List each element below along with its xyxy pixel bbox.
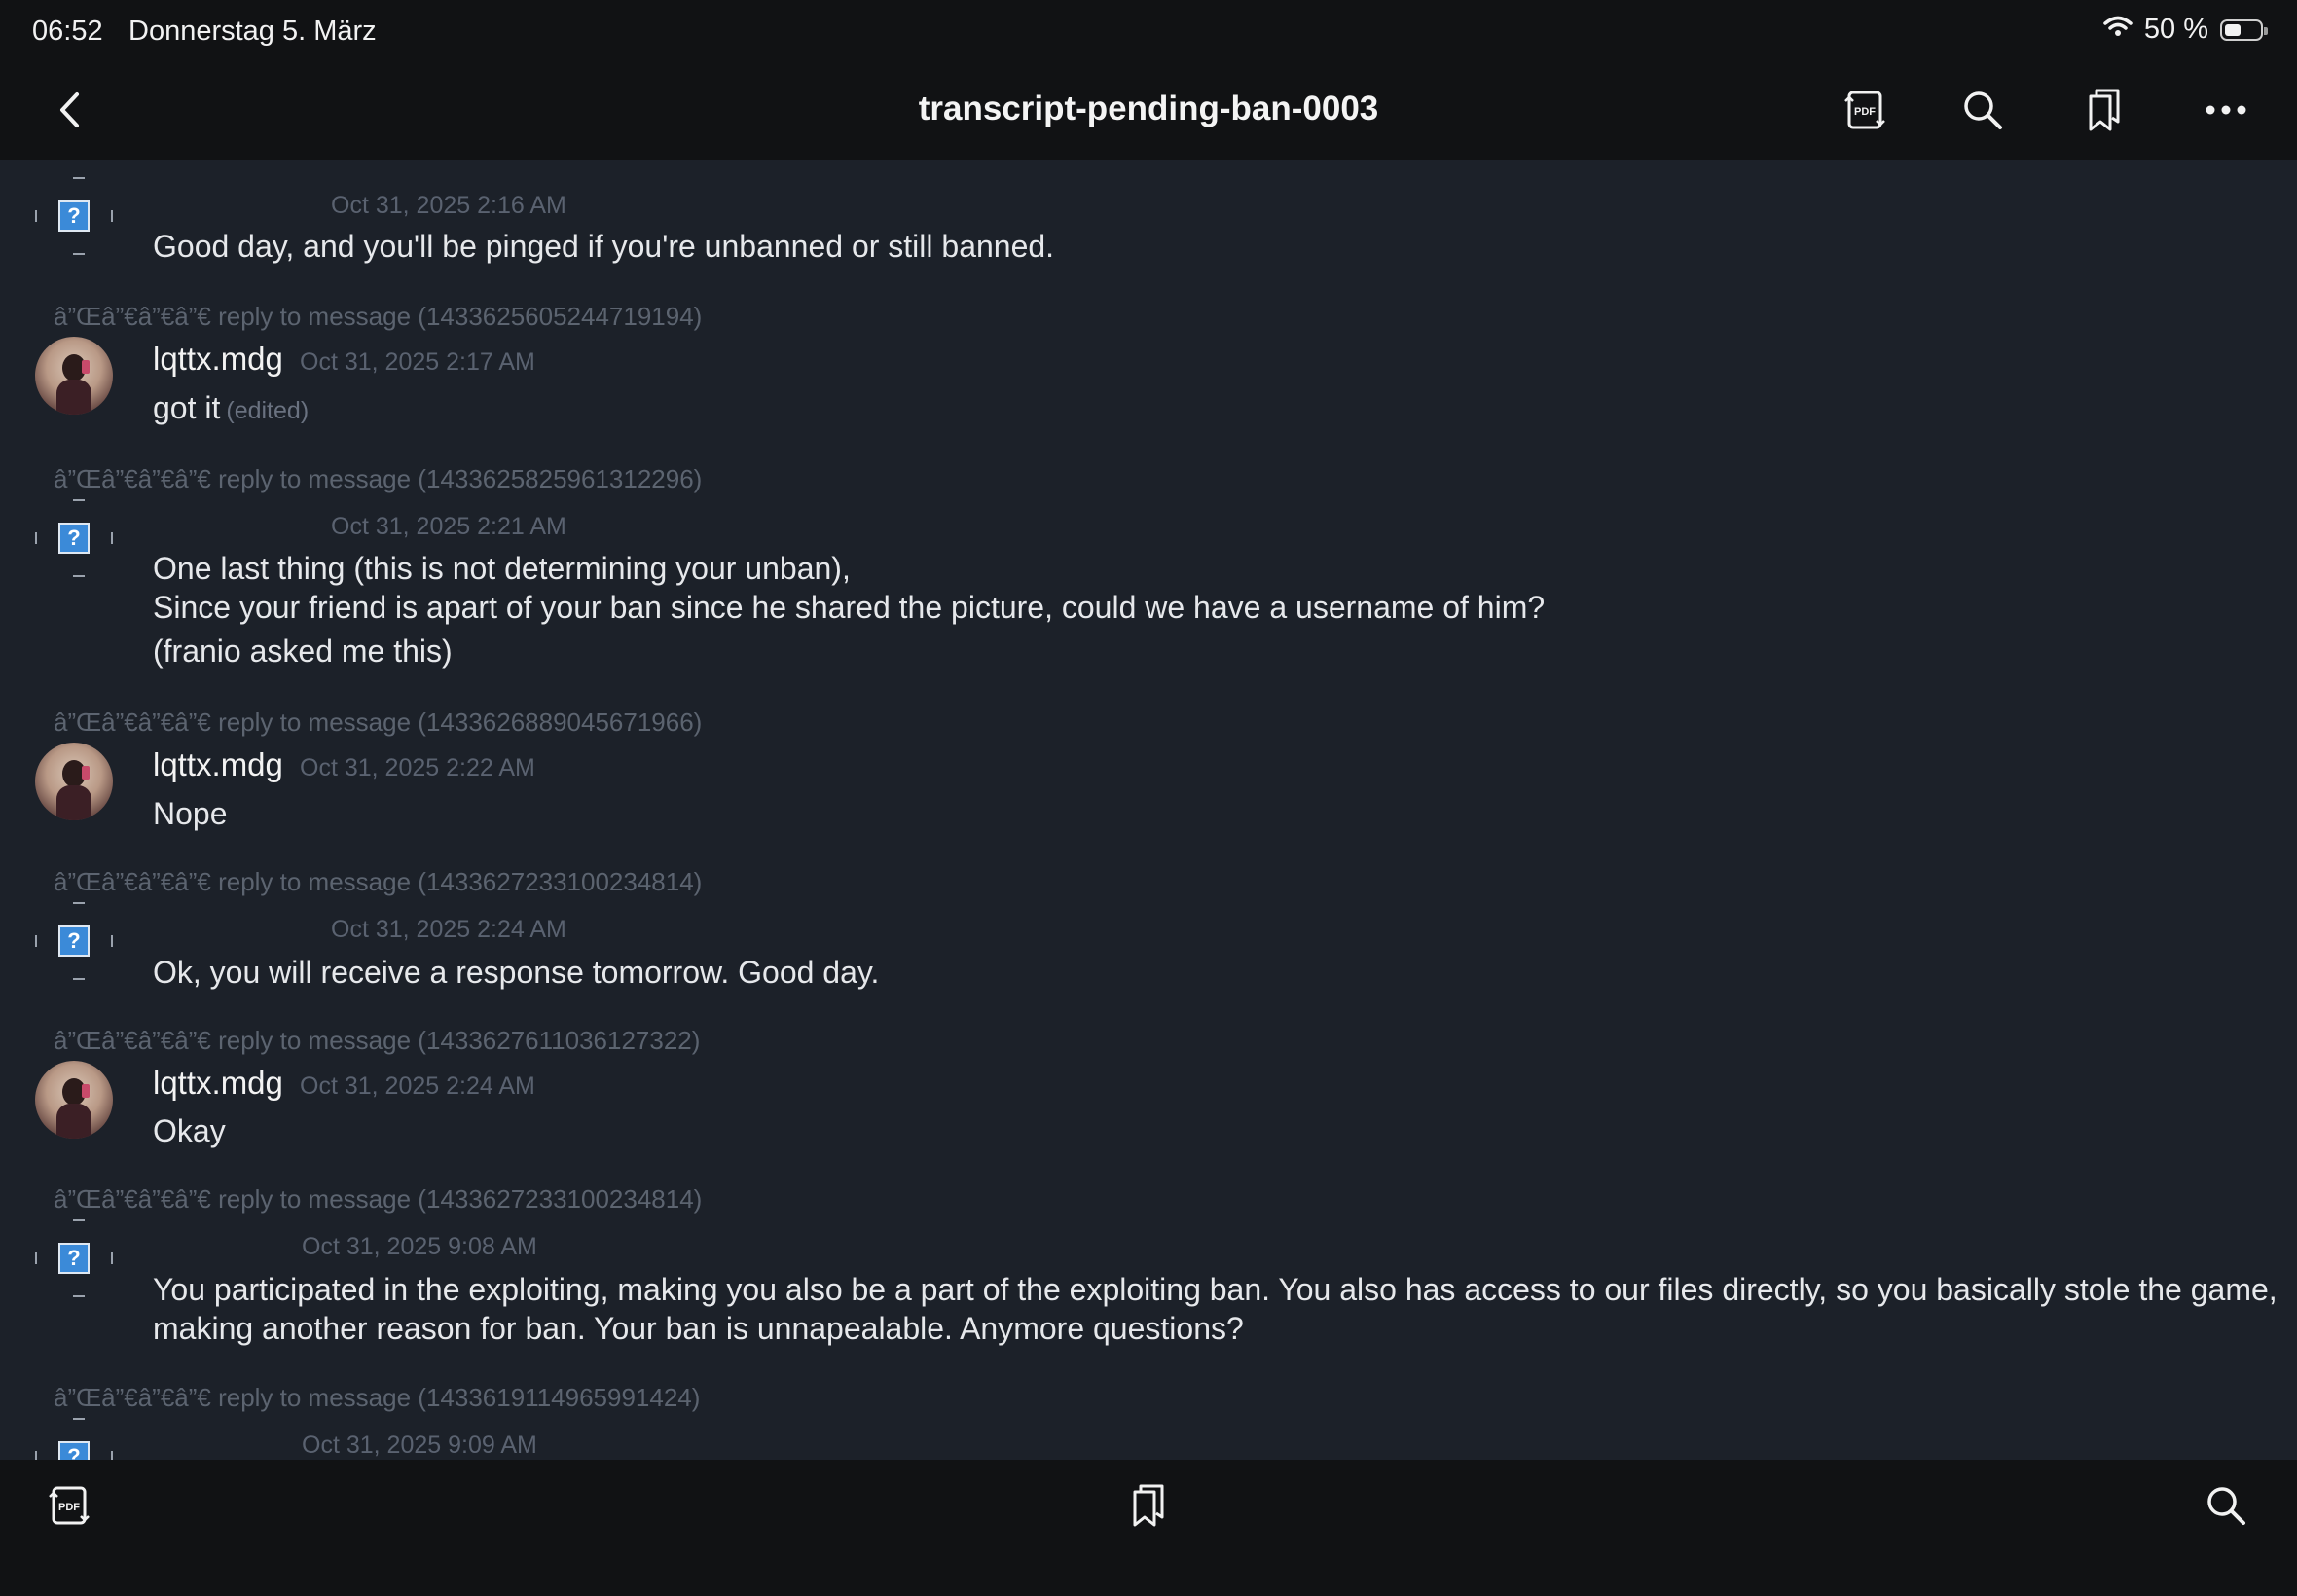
reply-reference[interactable]: â”Œâ”€â”€â”€ reply to message (143362582… (54, 464, 702, 494)
user-avatar (35, 743, 113, 820)
message-line: got it (153, 390, 221, 425)
message-text: got it (edited) (153, 388, 309, 430)
avatar-placeholder-icon: ? (35, 499, 113, 577)
pdf-convert-icon: PDF (49, 1486, 90, 1525)
more-icon (2206, 105, 2246, 115)
message-timestamp: Oct 31, 2025 2:21 AM (331, 513, 566, 540)
bookmarks-icon (2089, 89, 2120, 131)
nav-bar: transcript-pending-ban-0003 PDF (0, 58, 2297, 160)
message-text: You participated in the exploiting, maki… (153, 1272, 2278, 1307)
battery-percent: 50 % (2143, 14, 2208, 45)
status-time: 06:52 (32, 16, 103, 47)
message-text: Nope (153, 796, 228, 831)
pdf-convert-icon: PDF (1844, 91, 1885, 129)
more-button[interactable] (2202, 86, 2250, 134)
reply-reference[interactable]: â”Œâ”€â”€â”€ reply to message (143362723… (54, 867, 702, 897)
search-button[interactable] (2202, 1481, 2250, 1530)
user-avatar (35, 337, 113, 415)
author-name: lqttx.mdg (153, 1065, 283, 1101)
message-timestamp: Oct 31, 2025 2:22 AM (300, 754, 535, 781)
author-name: lqttx.mdg (153, 341, 283, 377)
author-name: lqttx.mdg (153, 746, 283, 782)
message-text: Good day, and you'll be pinged if you're… (153, 229, 1055, 264)
search-icon (1964, 91, 2002, 129)
reply-reference[interactable]: â”Œâ”€â”€â”€ reply to message (143362688… (54, 707, 702, 738)
message-text: One last thing (this is not determining … (153, 551, 851, 586)
bookmarks-button[interactable] (2080, 86, 2129, 134)
message-timestamp: Oct 31, 2025 2:24 AM (331, 916, 566, 943)
message-timestamp: Oct 31, 2025 9:08 AM (302, 1233, 537, 1260)
bookmarks-icon (1133, 1484, 1164, 1527)
message-timestamp: Oct 31, 2025 2:17 AM (300, 348, 535, 376)
edited-label: (edited) (226, 397, 310, 424)
transcript-content[interactable]: ? Oct 31, 2025 2:16 AM Good day, and you… (0, 160, 2297, 1460)
message-text: (franio asked me this) (153, 634, 453, 669)
message-text: Ok, you will receive a response tomorrow… (153, 955, 880, 990)
pdf-convert-button[interactable]: PDF (45, 1481, 93, 1530)
user-avatar (35, 1061, 113, 1139)
search-button[interactable] (1958, 86, 2007, 134)
message-text: Okay (153, 1113, 226, 1148)
message-timestamp: Oct 31, 2025 2:16 AM (331, 192, 566, 219)
reply-reference[interactable]: â”Œâ”€â”€â”€ reply to message (143362761… (54, 1026, 700, 1056)
svg-text:PDF: PDF (1854, 106, 1876, 118)
avatar-placeholder-icon: ? (35, 177, 113, 255)
pdf-convert-button[interactable]: PDF (1841, 86, 1889, 134)
reply-reference[interactable]: â”Œâ”€â”€â”€ reply to message (143362723… (54, 1184, 702, 1215)
svg-text:PDF: PDF (58, 1502, 80, 1513)
wifi-icon (2103, 14, 2133, 46)
battery-icon (2220, 18, 2268, 41)
message-text: making another reason for ban. Your ban … (153, 1311, 1244, 1346)
avatar-placeholder-icon: ? (35, 1418, 113, 1460)
message-timestamp: Oct 31, 2025 2:24 AM (300, 1072, 535, 1100)
reply-reference[interactable]: â”Œâ”€â”€â”€ reply to message (143362560… (54, 302, 702, 332)
message-timestamp: Oct 31, 2025 9:09 AM (302, 1432, 537, 1459)
search-icon (2207, 1487, 2245, 1525)
message-text: Since your friend is apart of your ban s… (153, 590, 1546, 625)
document-title: transcript-pending-ban-0003 (918, 90, 1379, 127)
avatar-placeholder-icon: ? (35, 902, 113, 980)
avatar-placeholder-icon: ? (35, 1219, 113, 1297)
status-bar: 06:52 Donnerstag 5. März 50 % (0, 0, 2297, 58)
reply-reference[interactable]: â”Œâ”€â”€â”€ reply to message (143361911… (54, 1383, 700, 1413)
status-right: 50 % (2103, 14, 2268, 46)
bookmarks-button[interactable] (1124, 1481, 1173, 1530)
bottom-toolbar: PDF (0, 1460, 2297, 1596)
status-date: Donnerstag 5. März (128, 16, 377, 47)
